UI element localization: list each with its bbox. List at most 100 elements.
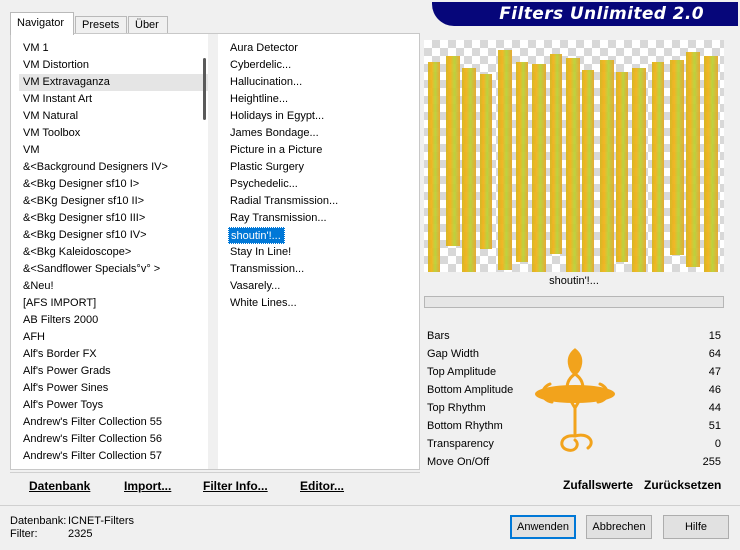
filter-item[interactable]: Psychedelic... bbox=[228, 176, 408, 193]
navigator-panel: VM 1 VM Distortion VM Extravaganza VM Insta… bbox=[10, 33, 420, 470]
filter-preview bbox=[424, 40, 724, 272]
category-item[interactable]: VM bbox=[19, 142, 209, 159]
category-item[interactable]: &<Bkg Designer sf10 IV> bbox=[19, 227, 209, 244]
import-button[interactable]: Import... bbox=[124, 479, 171, 493]
category-item[interactable]: Alf's Power Grads bbox=[19, 363, 209, 380]
filter-item[interactable]: James Bondage... bbox=[228, 125, 408, 142]
filter-item[interactable]: Stay In Line! bbox=[228, 244, 408, 261]
tab-ueber[interactable]: Über bbox=[128, 16, 168, 34]
category-item[interactable]: &Neu! bbox=[19, 278, 209, 295]
filter-item[interactable]: Cyberdelic... bbox=[228, 57, 408, 74]
progress-bar bbox=[424, 296, 724, 308]
preview-bar bbox=[566, 58, 580, 272]
param-value[interactable]: 44 bbox=[709, 399, 721, 417]
category-item[interactable]: Alf's Power Toys bbox=[19, 397, 209, 414]
filter-item[interactable]: Heightline... bbox=[228, 91, 408, 108]
param-name: Top Amplitude bbox=[427, 366, 497, 378]
category-item[interactable]: &<BKg Designer sf10 II> bbox=[19, 193, 209, 210]
param-value[interactable]: 47 bbox=[709, 363, 721, 381]
database-label: Datenbank: bbox=[10, 515, 67, 527]
tab-navigator[interactable]: Navigator bbox=[10, 12, 74, 35]
category-item[interactable]: &<Background Designers IV> bbox=[19, 159, 209, 176]
category-item[interactable]: &<Bkg Kaleidoscope> bbox=[19, 244, 209, 261]
filter-item[interactable]: White Lines... bbox=[228, 295, 408, 312]
apply-button[interactable]: Anwenden bbox=[510, 515, 576, 539]
list-divider bbox=[208, 34, 218, 469]
category-item[interactable]: Alf's Power Sines bbox=[19, 380, 209, 397]
category-item[interactable]: AFH bbox=[19, 329, 209, 346]
param-name: Move On/Off bbox=[427, 456, 490, 468]
filter-item[interactable]: Radial Transmission... bbox=[228, 193, 408, 210]
category-item[interactable]: VM Natural bbox=[19, 108, 209, 125]
watermark-logo bbox=[535, 348, 615, 452]
param-name: Bars bbox=[427, 330, 450, 342]
preview-bar bbox=[704, 56, 718, 272]
category-scrollbar-thumb[interactable] bbox=[203, 58, 206, 120]
preview-caption: shoutin'!... bbox=[549, 275, 599, 287]
category-item[interactable]: AB Filters 2000 bbox=[19, 312, 209, 329]
param-value[interactable]: 0 bbox=[715, 435, 721, 453]
editor-button[interactable]: Editor... bbox=[300, 479, 344, 493]
footer-separator bbox=[0, 505, 740, 506]
preview-bar bbox=[632, 68, 646, 272]
filter-count-value: 2325 bbox=[68, 528, 93, 540]
category-item[interactable]: &<Bkg Designer sf10 I> bbox=[19, 176, 209, 193]
filter-item[interactable]: Transmission... bbox=[228, 261, 408, 278]
param-value[interactable]: 51 bbox=[709, 417, 721, 435]
preview-bar bbox=[670, 60, 684, 255]
filter-item[interactable]: Aura Detector bbox=[228, 40, 408, 57]
param-value[interactable]: 46 bbox=[709, 381, 721, 399]
category-item[interactable]: VM 1 bbox=[19, 40, 209, 57]
preview-bar bbox=[600, 60, 614, 272]
category-item[interactable]: &<Sandflower Specials°v° > bbox=[19, 261, 209, 278]
preview-bar bbox=[686, 52, 700, 267]
preview-bar bbox=[516, 62, 528, 262]
preview-bar bbox=[480, 74, 492, 249]
banner-title: Filters Unlimited 2.0 bbox=[499, 4, 704, 24]
preview-bar bbox=[652, 62, 664, 272]
zufallswerte-button[interactable]: Zufallswerte bbox=[563, 478, 633, 492]
param-value[interactable]: 64 bbox=[709, 345, 721, 363]
param-value[interactable]: 15 bbox=[709, 327, 721, 345]
tab-presets[interactable]: Presets bbox=[75, 16, 127, 34]
category-item[interactable]: [AFS IMPORT] bbox=[19, 295, 209, 312]
filter-item[interactable]: Hallucination... bbox=[228, 74, 408, 91]
category-item[interactable]: Andrew's Filter Collection 56 bbox=[19, 431, 209, 448]
cancel-button[interactable]: Abbrechen bbox=[586, 515, 652, 539]
param-name: Top Rhythm bbox=[427, 402, 486, 414]
category-item[interactable]: &<Bkg Designer sf10 III> bbox=[19, 210, 209, 227]
preview-bar bbox=[498, 50, 512, 270]
param-value[interactable]: 255 bbox=[703, 453, 721, 471]
preview-bar bbox=[616, 72, 628, 262]
category-item[interactable]: VM Extravaganza bbox=[19, 74, 209, 91]
filter-item[interactable]: Picture in a Picture bbox=[228, 142, 408, 159]
right-button-bar: Zufallswerte Zurücksetzen bbox=[424, 472, 724, 498]
param-name: Bottom Rhythm bbox=[427, 420, 503, 432]
filter-info-button[interactable]: Filter Info... bbox=[203, 479, 268, 493]
filter-item-selected[interactable]: shoutin'!... bbox=[228, 227, 285, 244]
filter-item[interactable]: Ray Transmission... bbox=[228, 210, 408, 227]
param-name: Transparency bbox=[427, 438, 494, 450]
category-item[interactable]: Alf's Border FX bbox=[19, 346, 209, 363]
preview-bar bbox=[462, 68, 476, 272]
filter-item[interactable]: Vasarely... bbox=[228, 278, 408, 295]
filter-count-label: Filter: bbox=[10, 528, 38, 540]
preview-bar bbox=[550, 54, 562, 254]
category-item[interactable]: VM Instant Art bbox=[19, 91, 209, 108]
filter-item[interactable]: Plastic Surgery bbox=[228, 159, 408, 176]
filter-list[interactable]: Aura Detector Cyberdelic... Hallucination.… bbox=[228, 40, 408, 312]
category-item[interactable]: VM Toolbox bbox=[19, 125, 209, 142]
category-item[interactable]: VM Distortion bbox=[19, 57, 209, 74]
preview-bar bbox=[582, 70, 594, 272]
param-name: Bottom Amplitude bbox=[427, 384, 514, 396]
zuruecksetzen-button[interactable]: Zurücksetzen bbox=[644, 478, 721, 492]
category-list[interactable]: VM 1 VM Distortion VM Extravaganza VM Insta… bbox=[19, 40, 209, 465]
help-button[interactable]: Hilfe bbox=[663, 515, 729, 539]
category-item[interactable]: Andrew's Filter Collection 57 bbox=[19, 448, 209, 465]
left-button-bar: Datenbank Import... Filter Info... Edito… bbox=[10, 472, 420, 498]
datenbank-button[interactable]: Datenbank bbox=[29, 479, 90, 493]
preview-bar bbox=[532, 64, 546, 272]
category-item[interactable]: Andrew's Filter Collection 55 bbox=[19, 414, 209, 431]
filter-item[interactable]: Holidays in Egypt... bbox=[228, 108, 408, 125]
param-name: Gap Width bbox=[427, 348, 479, 360]
